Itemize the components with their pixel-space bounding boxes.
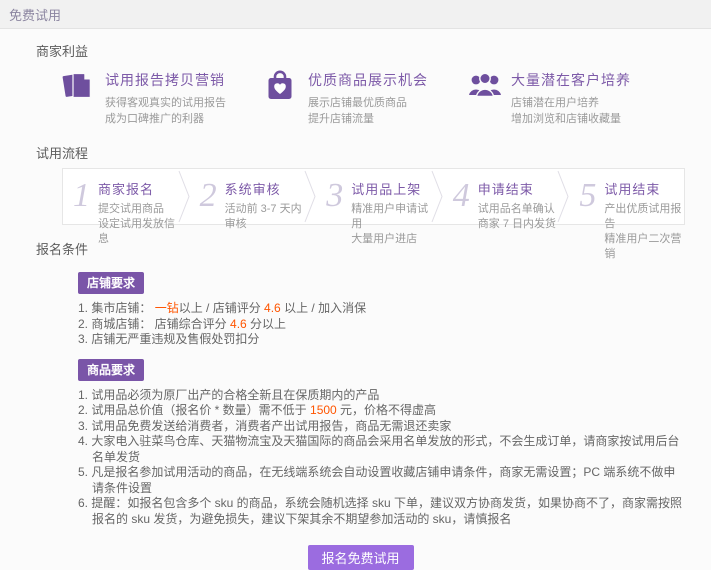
product-requirements-badge: 商品要求 xyxy=(78,359,144,381)
benefit-title: 试用报告拷贝营销 xyxy=(105,70,226,90)
benefit-item-customer-growth: 大量潜在客户培养 店铺潜在用户培养 增加浏览和店铺收藏量 xyxy=(468,69,671,127)
benefits-section: 商家利益 试用报告拷贝营销 获得客观真实的试用报告 成为口碑推广的利器 xyxy=(36,41,685,127)
process-section-title: 试用流程 xyxy=(36,143,685,162)
step-desc-line: 活动前 3-7 天内审核 xyxy=(225,202,305,232)
benefit-desc-line: 展示店铺最优质商品 xyxy=(308,95,428,111)
step-number: 2 xyxy=(200,177,217,224)
step-number: 1 xyxy=(73,177,90,224)
page-header: 免费试用 xyxy=(0,0,711,29)
bag-heart-icon xyxy=(265,69,299,106)
step-trial-end: 5 试用结束 产出优质试用报告 精准用户二次营销 xyxy=(569,169,684,224)
benefits-row: 试用报告拷贝营销 获得客观真实的试用报告 成为口碑推广的利器 优质商品展示机会 … xyxy=(62,69,685,127)
step-trial-listing: 3 试用品上架 精准用户申请试用 大量用户进店 xyxy=(316,169,431,224)
shop-requirements-block: 店铺要求 1. 集市店铺： 一钻以上 / 店铺评分 4.6 以上 / 加入消保 … xyxy=(78,272,685,348)
step-desc-line: 提交试用商品 xyxy=(98,202,178,217)
step-title: 商家报名 xyxy=(98,179,178,198)
benefit-desc-line: 店铺潜在用户培养 xyxy=(511,95,631,111)
page-title: 免费试用 xyxy=(9,5,61,24)
step-number: 3 xyxy=(326,177,343,224)
signup-free-trial-button[interactable]: 报名免费试用 xyxy=(308,545,414,570)
step-desc-line: 大量用户进店 xyxy=(351,232,431,247)
step-separator-chevron xyxy=(431,169,443,224)
benefit-item-product-showcase: 优质商品展示机会 展示店铺最优质商品 提升店铺流量 xyxy=(265,69,468,127)
people-group-icon xyxy=(468,69,502,104)
step-title: 申请结束 xyxy=(478,179,556,198)
step-title: 试用品上架 xyxy=(351,179,431,198)
product-requirements-list: 1. 试用品必须为原厂出产的合格全新且在保质期内的产品 2. 试用品总价值（报名… xyxy=(78,388,685,528)
step-number: 4 xyxy=(453,177,470,224)
step-application-end: 4 申请结束 试用品名单确认 商家 7 日内发货 xyxy=(443,169,558,224)
shop-requirements-list: 1. 集市店铺： 一钻以上 / 店铺评分 4.6 以上 / 加入消保 2. 商城… xyxy=(78,301,685,348)
process-steps-box: 1 商家报名 提交试用商品 设定试用发放信息 2 系统审核 活动前 3-7 天内… xyxy=(62,168,685,225)
step-texts: 系统审核 活动前 3-7 天内审核 xyxy=(225,177,305,224)
shop-requirements-badge: 店铺要求 xyxy=(78,272,144,294)
process-section: 试用流程 1 商家报名 提交试用商品 设定试用发放信息 2 系统审核 活动前 3… xyxy=(36,143,685,225)
list-item: 3. 试用品免费发送给消费者，消费者产出试用报告，商品无需退还卖家 xyxy=(78,419,685,435)
list-item: 1. 试用品必须为原厂出产的合格全新且在保质期内的产品 xyxy=(78,388,685,404)
step-texts: 试用品上架 精准用户申请试用 大量用户进店 xyxy=(351,177,431,224)
list-item: 4. 大家电入驻菜鸟仓库、天猫物流宝及天猫国际的商品会采用名单发放的形式，不会生… xyxy=(78,434,685,465)
step-title: 系统审核 xyxy=(225,179,305,198)
step-desc-line: 试用品名单确认 xyxy=(478,202,556,217)
list-item: 5. 凡是报名参加试用活动的商品，在无线端系统会自动设置收藏店铺申请条件，商家无… xyxy=(78,465,685,496)
step-separator-chevron xyxy=(178,169,190,224)
step-desc-line: 产出优质试用报告 xyxy=(604,202,684,232)
step-texts: 试用结束 产出优质试用报告 精准用户二次营销 xyxy=(604,177,684,224)
list-item: 3. 店铺无严重违规及售假处罚扣分 xyxy=(78,332,685,348)
benefit-desc-line: 增加浏览和店铺收藏量 xyxy=(511,111,631,127)
benefit-texts: 大量潜在客户培养 店铺潜在用户培养 增加浏览和店铺收藏量 xyxy=(511,69,631,127)
step-desc-line: 精准用户二次营销 xyxy=(604,232,684,262)
step-number: 5 xyxy=(579,177,596,224)
step-title: 试用结束 xyxy=(604,179,684,198)
copy-report-icon xyxy=(62,69,96,106)
step-desc-line: 设定试用发放信息 xyxy=(98,217,178,247)
benefit-desc-line: 提升店铺流量 xyxy=(308,111,428,127)
step-texts: 申请结束 试用品名单确认 商家 7 日内发货 xyxy=(478,177,556,224)
step-desc-line: 精准用户申请试用 xyxy=(351,202,431,232)
benefit-item-report-marketing: 试用报告拷贝营销 获得客观真实的试用报告 成为口碑推广的利器 xyxy=(62,69,265,127)
step-desc-line: 商家 7 日内发货 xyxy=(478,217,556,232)
step-separator-chevron xyxy=(557,169,569,224)
benefit-title: 大量潜在客户培养 xyxy=(511,70,631,90)
list-item: 6. 提醒：如报名包含多个 sku 的商品，系统会随机选择 sku 下单，建议双… xyxy=(78,496,685,527)
benefits-section-title: 商家利益 xyxy=(36,41,685,60)
benefit-title: 优质商品展示机会 xyxy=(308,70,428,90)
step-system-review: 2 系统审核 活动前 3-7 天内审核 xyxy=(190,169,305,224)
list-item: 2. 商城店铺： 店铺综合评分 4.6 分以上 xyxy=(78,317,685,333)
step-separator-chevron xyxy=(304,169,316,224)
free-trial-page: { "page_title": "免费试用", "colors": { "acc… xyxy=(0,0,711,459)
product-requirements-block: 商品要求 1. 试用品必须为原厂出产的合格全新且在保质期内的产品 2. 试用品总… xyxy=(78,359,685,528)
conditions-section: 报名条件 店铺要求 1. 集市店铺： 一钻以上 / 店铺评分 4.6 以上 / … xyxy=(36,239,685,527)
benefit-texts: 优质商品展示机会 展示店铺最优质商品 提升店铺流量 xyxy=(308,69,428,127)
benefit-texts: 试用报告拷贝营销 获得客观真实的试用报告 成为口碑推广的利器 xyxy=(105,69,226,127)
main-content: 商家利益 试用报告拷贝营销 获得客观真实的试用报告 成为口碑推广的利器 xyxy=(0,29,711,570)
step-merchant-signup: 1 商家报名 提交试用商品 设定试用发放信息 xyxy=(63,169,178,224)
step-texts: 商家报名 提交试用商品 设定试用发放信息 xyxy=(98,177,178,224)
benefit-desc-line: 成为口碑推广的利器 xyxy=(105,111,226,127)
benefit-desc-line: 获得客观真实的试用报告 xyxy=(105,95,226,111)
list-item: 2. 试用品总价值（报名价 * 数量）需不低于 1500 元，价格不得虚高 xyxy=(78,403,685,419)
list-item: 1. 集市店铺： 一钻以上 / 店铺评分 4.6 以上 / 加入消保 xyxy=(78,301,685,317)
